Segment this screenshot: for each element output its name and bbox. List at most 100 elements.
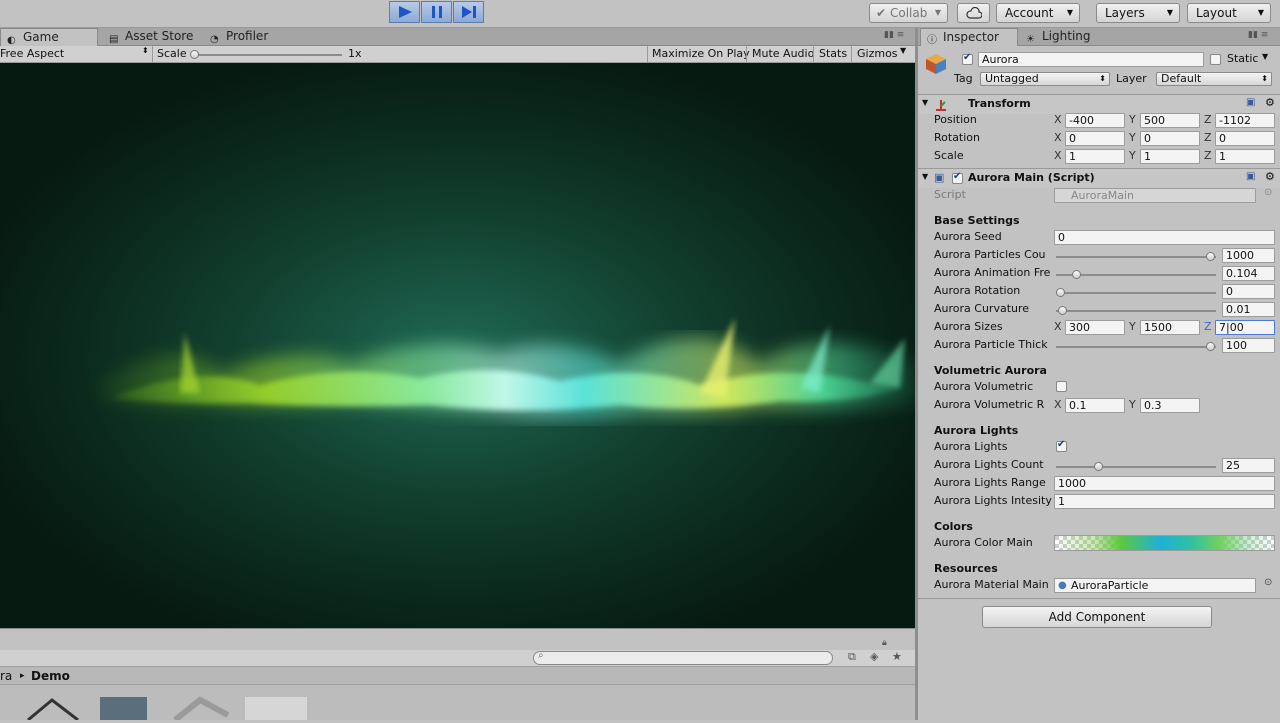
lights-intensity-field[interactable]: 1 bbox=[1054, 494, 1275, 509]
cloud-button[interactable] bbox=[957, 3, 990, 23]
active-checkbox[interactable] bbox=[962, 52, 973, 65]
volumetric-checkbox[interactable] bbox=[1056, 381, 1067, 392]
breadcrumb-current[interactable]: Demo bbox=[31, 667, 70, 685]
animation-freq-label: Aurora Animation Fre bbox=[934, 266, 1051, 279]
aspect-dropdown[interactable]: Free Aspect bbox=[0, 47, 64, 60]
slider-knob[interactable] bbox=[1056, 288, 1065, 297]
static-checkbox[interactable] bbox=[1210, 54, 1221, 65]
lights-count-field[interactable]: 25 bbox=[1222, 458, 1275, 473]
project-search-input[interactable]: ⌕ bbox=[533, 650, 833, 665]
seed-field[interactable]: 0 bbox=[1054, 230, 1275, 245]
axis-z-label: Z bbox=[1204, 131, 1212, 144]
stats-toggle[interactable]: Stats bbox=[819, 47, 847, 60]
breadcrumb-item[interactable]: ra bbox=[0, 667, 12, 685]
sizes-x-field[interactable]: 300 bbox=[1065, 320, 1125, 335]
favorite-star-icon[interactable]: ★ bbox=[892, 650, 902, 663]
slider-track[interactable] bbox=[1056, 288, 1216, 297]
rotation-y-field[interactable]: 0 bbox=[1140, 131, 1200, 146]
curvature-field[interactable]: 0.01 bbox=[1222, 302, 1275, 317]
slider-knob[interactable] bbox=[1206, 252, 1215, 261]
particle-thickness-field[interactable]: 100 bbox=[1222, 338, 1275, 353]
tab-inspector[interactable]: ⓘ Inspector bbox=[920, 28, 1018, 46]
maximize-on-play-toggle[interactable]: Maximize On Play bbox=[652, 47, 750, 60]
slider-knob[interactable] bbox=[1072, 270, 1081, 279]
object-picker-icon[interactable]: ⊙ bbox=[1264, 577, 1272, 588]
tab-lighting[interactable]: ☀ Lighting bbox=[1020, 28, 1100, 46]
aurora-rotation-slider[interactable] bbox=[1056, 284, 1216, 302]
rotation-x-field[interactable]: 0 bbox=[1065, 131, 1125, 146]
game-view-controls: Free Aspect ⬍ Scale 1x Maximize On Play … bbox=[0, 46, 915, 63]
tab-menu-icon[interactable]: ▮▮ ≡ bbox=[884, 30, 904, 40]
cloud-icon bbox=[966, 7, 982, 19]
slider-knob[interactable] bbox=[1058, 306, 1067, 315]
collab-button[interactable]: ✔ Collab ▼ bbox=[869, 3, 948, 23]
game-viewport[interactable] bbox=[0, 63, 915, 628]
sizes-z-field[interactable]: 7|00 bbox=[1215, 320, 1275, 335]
help-book-icon[interactable]: ▣ bbox=[1246, 97, 1255, 108]
chevron-down-icon: ▼ bbox=[934, 8, 941, 17]
slider-knob[interactable] bbox=[1094, 462, 1103, 471]
tab-game[interactable]: ◐ Game bbox=[0, 28, 98, 46]
tag-dropdown[interactable]: Untagged bbox=[980, 72, 1110, 86]
main-toolbar: ✔ Collab ▼ Account ▼ Layers ▼ Layout ▼ bbox=[0, 0, 1280, 28]
script-enabled-checkbox[interactable] bbox=[952, 171, 963, 184]
lights-checkbox[interactable] bbox=[1056, 439, 1067, 452]
scale-slider-knob[interactable] bbox=[190, 50, 199, 59]
position-x-field[interactable]: -400 bbox=[1065, 113, 1125, 128]
scale-y-field[interactable]: 1 bbox=[1140, 149, 1200, 164]
aurora-script-header[interactable]: ▼ ▣ Aurora Main (Script) ▣ ⚙ bbox=[918, 168, 1280, 188]
particle-thickness-slider[interactable] bbox=[1056, 338, 1216, 356]
animation-freq-field[interactable]: 0.104 bbox=[1222, 266, 1275, 281]
mute-audio-toggle[interactable]: Mute Audio bbox=[752, 47, 814, 60]
slider-track[interactable] bbox=[1056, 270, 1216, 279]
help-book-icon[interactable]: ▣ bbox=[1246, 171, 1255, 182]
layout-dropdown[interactable]: Layout ▼ bbox=[1187, 3, 1271, 23]
particles-count-field[interactable]: 1000 bbox=[1222, 248, 1275, 263]
particles-count-slider[interactable] bbox=[1056, 248, 1216, 266]
rotation-z-field[interactable]: 0 bbox=[1215, 131, 1275, 146]
layers-dropdown[interactable]: Layers ▼ bbox=[1096, 3, 1180, 23]
chevron-down-icon[interactable]: ▼ bbox=[1262, 52, 1268, 61]
volumetric-range-y-field[interactable]: 0.3 bbox=[1140, 398, 1200, 413]
slider-track[interactable] bbox=[1056, 342, 1216, 351]
material-field[interactable]: ● AuroraParticle bbox=[1054, 578, 1256, 593]
animation-freq-slider[interactable] bbox=[1056, 266, 1216, 284]
object-name-field[interactable]: Aurora bbox=[978, 52, 1204, 67]
tab-profiler[interactable]: ◔ Profiler bbox=[204, 28, 280, 46]
position-z-field[interactable]: -1102 bbox=[1215, 113, 1275, 128]
slider-track[interactable] bbox=[1056, 462, 1216, 471]
gear-icon[interactable]: ⚙ bbox=[1265, 170, 1275, 183]
step-button[interactable] bbox=[453, 1, 484, 23]
filter-label-icon[interactable]: ◈ bbox=[870, 650, 878, 663]
script-icon: ▣ bbox=[934, 171, 945, 184]
sizes-y-field[interactable]: 1500 bbox=[1140, 320, 1200, 335]
layer-dropdown[interactable]: Default bbox=[1156, 72, 1272, 86]
curvature-slider[interactable] bbox=[1056, 302, 1216, 320]
account-dropdown[interactable]: Account ▼ bbox=[996, 3, 1080, 23]
axis-y-label: Y bbox=[1129, 149, 1136, 162]
gear-icon[interactable]: ⚙ bbox=[1265, 96, 1275, 109]
tab-asset-store[interactable]: ▤ Asset Store bbox=[103, 28, 195, 46]
scale-z-field[interactable]: 1 bbox=[1215, 149, 1275, 164]
filter-type-icon[interactable]: ⧉ bbox=[848, 650, 856, 664]
play-button[interactable] bbox=[389, 1, 420, 23]
color-gradient-field[interactable] bbox=[1054, 535, 1275, 551]
pause-button[interactable] bbox=[421, 1, 452, 23]
slider-track[interactable] bbox=[1056, 252, 1216, 261]
aurora-rotation-field[interactable]: 0 bbox=[1222, 284, 1275, 299]
tab-asset-store-label: Asset Store bbox=[125, 29, 194, 43]
scale-x-field[interactable]: 1 bbox=[1065, 149, 1125, 164]
slider-knob[interactable] bbox=[1206, 342, 1215, 351]
scale-slider[interactable] bbox=[190, 50, 342, 59]
add-component-button[interactable]: Add Component bbox=[982, 606, 1212, 628]
position-y-field[interactable]: 500 bbox=[1140, 113, 1200, 128]
lock-icon[interactable]: 🔒︎ bbox=[882, 638, 887, 648]
slider-track[interactable] bbox=[1056, 306, 1216, 315]
script-reference-field: AuroraMain bbox=[1054, 188, 1256, 203]
gizmos-dropdown[interactable]: Gizmos bbox=[857, 47, 898, 60]
volumetric-range-x-field[interactable]: 0.1 bbox=[1065, 398, 1125, 413]
lights-count-slider[interactable] bbox=[1056, 458, 1216, 476]
color-main-label: Aurora Color Main bbox=[934, 536, 1033, 549]
tab-menu-icon[interactable]: ▮▮ ≡ bbox=[1248, 30, 1268, 40]
lights-range-field[interactable]: 1000 bbox=[1054, 476, 1275, 491]
